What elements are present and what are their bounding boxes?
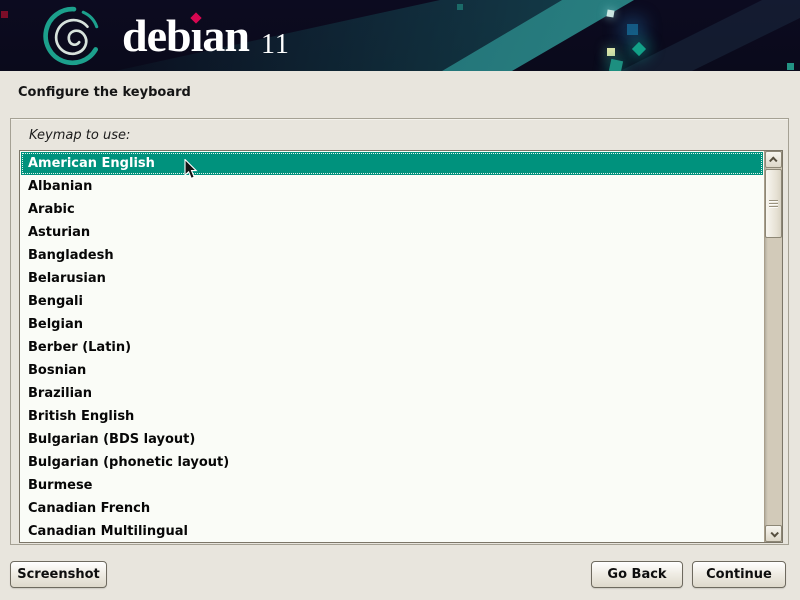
list-item[interactable]: American English [21, 152, 763, 175]
brand-letter-i: ı [191, 10, 203, 62]
list-item[interactable]: Bengali [21, 290, 763, 313]
scrollbar[interactable] [764, 151, 782, 542]
banner-decoration-square [1, 11, 8, 18]
banner: debıan11 [0, 0, 800, 71]
banner-decoration-square [787, 63, 794, 70]
list-item[interactable]: Bangladesh [21, 244, 763, 267]
list-item[interactable]: Canadian Multilingual [21, 520, 763, 543]
scrollbar-thumb[interactable] [765, 169, 782, 238]
list-item[interactable]: Brazilian [21, 382, 763, 405]
keymap-label: Keymap to use: [29, 128, 130, 143]
scroll-down-button[interactable] [765, 525, 782, 542]
version-number: 11 [261, 19, 290, 71]
banner-decoration-square [607, 48, 615, 56]
mouse-cursor-icon [184, 159, 199, 181]
list-item[interactable]: Arabic [21, 198, 763, 221]
debian-logo: debıan11 [42, 4, 290, 69]
continue-button[interactable]: Continue [692, 561, 786, 588]
list-item[interactable]: Belarusian [21, 267, 763, 290]
keymap-frame: Keymap to use: American EnglishAlbanianA… [10, 118, 789, 545]
banner-decoration-square [609, 59, 623, 71]
banner-decoration-square [606, 9, 614, 17]
list-item[interactable]: Bulgarian (BDS layout) [21, 428, 763, 451]
list-item[interactable]: Belgian [21, 313, 763, 336]
list-item[interactable]: Canadian French [21, 497, 763, 520]
list-item[interactable]: Burmese [21, 474, 763, 497]
chevron-down-icon [770, 529, 778, 537]
banner-decoration-square [627, 24, 638, 35]
chevron-up-icon [769, 156, 777, 164]
list-item[interactable]: Albanian [21, 175, 763, 198]
list-item[interactable]: Bosnian [21, 359, 763, 382]
debian-swirl-icon [42, 4, 106, 68]
page-title: Configure the keyboard [18, 85, 191, 100]
keymap-listbox[interactable]: American EnglishAlbanianArabicAsturianBa… [19, 150, 783, 543]
screenshot-button[interactable]: Screenshot [10, 561, 107, 588]
go-back-button[interactable]: Go Back [591, 561, 683, 588]
banner-decoration-square [632, 42, 646, 56]
banner-decoration-square [457, 4, 463, 10]
keymap-list: American EnglishAlbanianArabicAsturianBa… [21, 152, 763, 543]
brand-wordmark: debıan11 [122, 10, 290, 69]
scroll-up-button[interactable] [765, 151, 782, 168]
list-item[interactable]: Asturian [21, 221, 763, 244]
list-item[interactable]: Berber (Latin) [21, 336, 763, 359]
list-item[interactable]: Bulgarian (phonetic layout) [21, 451, 763, 474]
list-item[interactable]: British English [21, 405, 763, 428]
